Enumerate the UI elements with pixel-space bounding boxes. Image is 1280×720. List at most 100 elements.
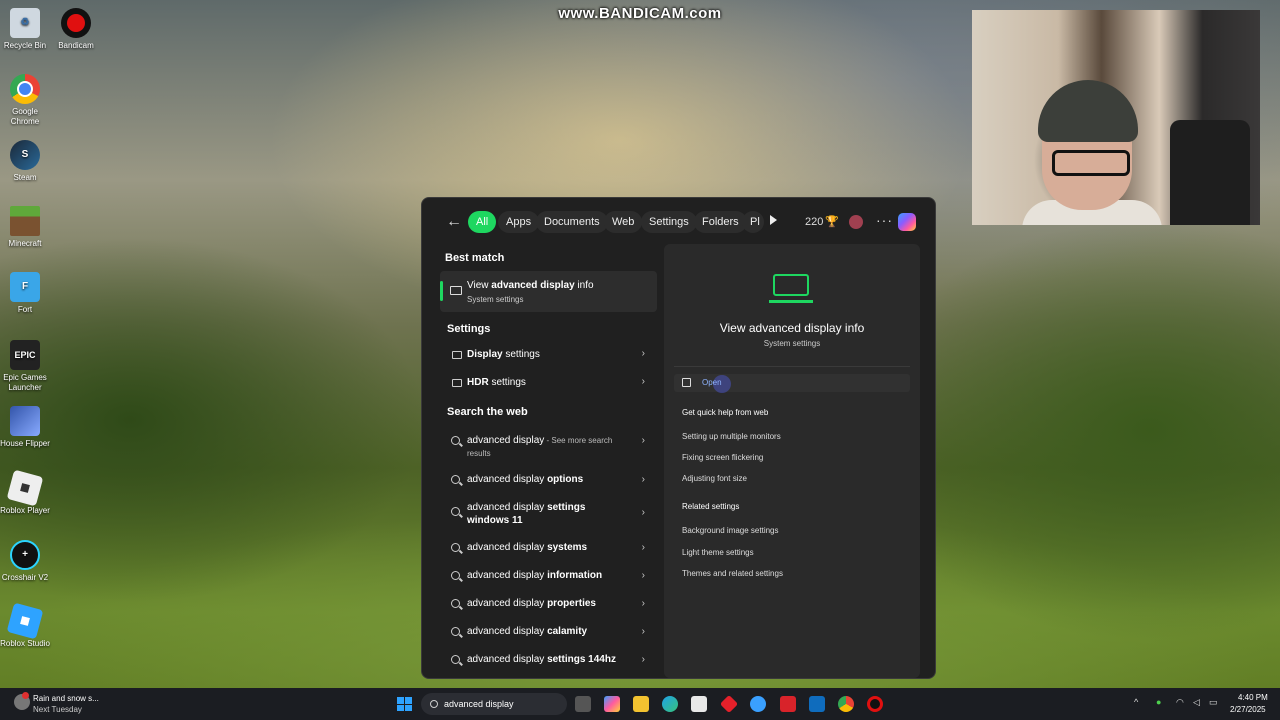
filter-chip-folders[interactable]: Folders	[694, 211, 747, 233]
settings-result-display[interactable]: Display settings ›	[440, 341, 657, 369]
outlook-icon[interactable]	[809, 696, 825, 712]
person-beanie	[1038, 80, 1138, 142]
crosshair-icon: +	[10, 540, 40, 570]
bandicam-taskbar-icon[interactable]	[867, 696, 883, 712]
web-result[interactable]: advanced display settings windows 11 ›	[440, 501, 657, 527]
recycle-bin-icon: ♻	[10, 8, 40, 38]
fortnite-icon: F	[10, 272, 40, 302]
chevron-right-icon: ›	[641, 435, 645, 446]
taskbar: Rain and snow s... Next Tuesday advanced…	[0, 688, 1280, 720]
chevron-right-icon: ›	[641, 626, 645, 637]
web-result[interactable]: advanced display calamity ›	[440, 625, 657, 641]
chrome-taskbar-icon[interactable]	[838, 696, 854, 712]
web-result[interactable]: advanced display information ›	[440, 569, 657, 585]
search-icon	[451, 599, 460, 608]
desktop-icon-crosshair[interactable]: + Crosshair V2	[0, 540, 50, 583]
detail-subtitle: System settings	[763, 339, 821, 348]
taskbar-date[interactable]: 2/27/2025	[1230, 705, 1266, 714]
account-avatar[interactable]	[849, 215, 863, 229]
rewards-points: 220	[805, 216, 824, 228]
bandicam-icon	[61, 8, 91, 38]
task-view-icon[interactable]	[575, 696, 591, 712]
chrome-icon	[10, 74, 40, 104]
scroll-filters-right-icon[interactable]	[770, 215, 777, 225]
search-icon	[451, 475, 460, 484]
volume-icon[interactable]: ◁	[1193, 697, 1200, 708]
result-detail-pane: View advanced display info System settin…	[664, 244, 920, 678]
desktop-icon-steam[interactable]: S Steam	[0, 140, 50, 183]
monitor-icon	[452, 379, 462, 387]
filter-chip-settings[interactable]: Settings	[641, 211, 697, 233]
best-match-title: View advanced display info	[467, 280, 594, 291]
filter-chip-web[interactable]: Web	[604, 211, 643, 233]
desktop-icon-roblox-studio[interactable]: Roblox Studio	[0, 602, 50, 649]
filter-chip-documents[interactable]: Documents	[536, 211, 608, 233]
desktop-icon-fort[interactable]: F Fort	[0, 272, 50, 315]
desktop-icon-chrome[interactable]: Google Chrome	[0, 74, 50, 127]
settings-heading: Settings	[447, 323, 491, 335]
edge-icon[interactable]	[662, 696, 678, 712]
web-result[interactable]: advanced display - See more search resul…	[440, 434, 657, 460]
chevron-right-icon: ›	[641, 542, 645, 553]
gaming-chair	[1170, 120, 1250, 225]
start-search-panel: ← All Apps Documents Web Settings Folder…	[421, 197, 936, 679]
desktop-icon-house-flipper[interactable]: House Flipper	[0, 406, 50, 449]
web-help-link[interactable]: Adjusting font size	[682, 474, 747, 483]
desktop-icon-recycle-bin[interactable]: ♻ Recycle Bin	[0, 8, 50, 51]
copilot-icon[interactable]	[898, 213, 916, 231]
battery-icon[interactable]: ▭	[1209, 697, 1218, 708]
filter-chip-all[interactable]: All	[468, 211, 497, 233]
web-result[interactable]: advanced display systems ›	[440, 541, 657, 557]
related-setting-link[interactable]: Background image settings	[682, 526, 779, 535]
search-icon	[430, 700, 438, 708]
chevron-right-icon: ›	[641, 654, 645, 665]
web-help-heading: Get quick help from web	[682, 408, 769, 417]
back-arrow-icon[interactable]: ←	[446, 213, 462, 231]
web-result[interactable]: advanced display properties ›	[440, 597, 657, 613]
settings-result-hdr[interactable]: HDR settings ›	[440, 369, 657, 397]
mcafee-icon[interactable]	[780, 696, 796, 712]
epic-games-icon: EPIC	[10, 340, 40, 370]
desktop-icon-bandicam[interactable]: Bandicam	[51, 8, 101, 51]
weather-when: Next Tuesday	[33, 705, 82, 714]
person-glasses	[1052, 150, 1130, 176]
taskbar-search-box[interactable]: advanced display	[421, 693, 567, 715]
webcam-overlay	[972, 10, 1260, 225]
selection-indicator	[440, 281, 443, 301]
microphone-icon[interactable]: ●	[1156, 697, 1161, 707]
microsoft-store-icon[interactable]	[691, 696, 707, 712]
web-result[interactable]: advanced display options ›	[440, 473, 657, 489]
desktop-icon-epic-games[interactable]: EPIC Epic Games Launcher	[0, 340, 50, 393]
chevron-right-icon: ›	[641, 598, 645, 609]
chevron-up-icon[interactable]: ^	[1134, 697, 1138, 707]
roblox-icon	[6, 469, 44, 507]
desktop-icon-minecraft[interactable]: Minecraft	[0, 206, 50, 249]
laptop-icon	[769, 274, 813, 303]
taskbar-time[interactable]: 4:40 PM	[1238, 693, 1268, 702]
filter-chip-photos[interactable]: Pl	[742, 211, 764, 233]
web-help-link[interactable]: Setting up multiple monitors	[682, 432, 781, 441]
related-setting-link[interactable]: Light theme settings	[682, 548, 754, 557]
app-red-diamond-icon[interactable]	[719, 694, 739, 714]
app-blue-icon[interactable]	[750, 696, 766, 712]
weather-alert-badge	[22, 692, 29, 699]
copilot-taskbar-icon[interactable]	[604, 696, 620, 712]
filter-chip-apps[interactable]: Apps	[498, 211, 540, 233]
weather-summary[interactable]: Rain and snow s...	[33, 694, 99, 703]
chevron-right-icon: ›	[641, 348, 645, 359]
web-result[interactable]: advanced display settings 144hz ›	[440, 653, 657, 669]
wifi-icon[interactable]: ◠	[1176, 697, 1184, 708]
best-match-result[interactable]: View advanced display info System settin…	[440, 271, 657, 312]
related-setting-link[interactable]: Themes and related settings	[682, 569, 783, 578]
chevron-right-icon: ›	[641, 507, 645, 518]
open-button[interactable]: Open	[674, 374, 910, 393]
minecraft-icon	[10, 206, 40, 236]
web-help-link[interactable]: Fixing screen flickering	[682, 453, 763, 462]
desktop-icon-roblox-player[interactable]: Roblox Player	[0, 469, 50, 516]
divider	[674, 366, 910, 367]
file-explorer-icon[interactable]	[633, 696, 649, 712]
trophy-icon[interactable]: 🏆	[825, 215, 839, 228]
start-button-windows-icon[interactable]	[397, 697, 412, 711]
more-options-icon[interactable]: ···	[876, 212, 893, 228]
taskbar-search-text: advanced display	[444, 699, 514, 709]
